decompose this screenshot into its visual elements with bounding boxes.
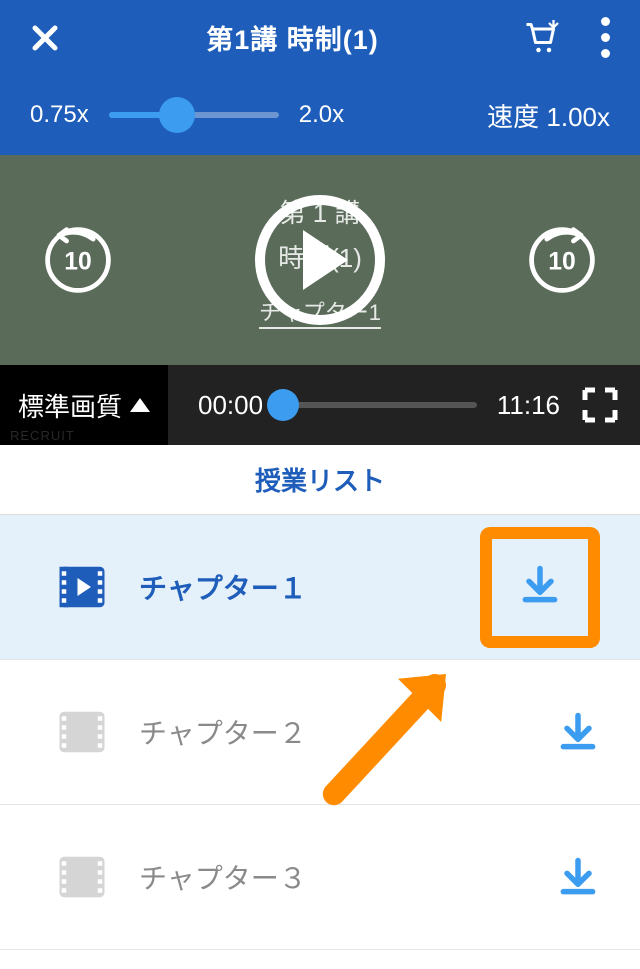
progress-slider-thumb[interactable] bbox=[267, 389, 299, 421]
menu-icon[interactable] bbox=[601, 17, 610, 58]
lesson-list-header: 授業リスト bbox=[0, 445, 640, 515]
speed-slider-thumb[interactable] bbox=[159, 97, 195, 133]
fullscreen-button[interactable] bbox=[580, 385, 620, 425]
speed-current-label: 速度 1.00x bbox=[487, 97, 610, 134]
play-icon bbox=[303, 230, 348, 290]
watermark: RECRUIT bbox=[10, 428, 75, 443]
highlight-annotation bbox=[480, 527, 600, 648]
film-icon bbox=[55, 850, 109, 904]
chapter-label: チャプター３ bbox=[139, 857, 556, 897]
quality-label: 標準画質 bbox=[18, 387, 122, 424]
chapter-label: チャプター２ bbox=[139, 712, 556, 752]
duration: 11:16 bbox=[497, 390, 560, 421]
svg-text:10: 10 bbox=[548, 249, 575, 276]
speed-slider[interactable] bbox=[109, 112, 279, 118]
chapter-label: チャプター１ bbox=[139, 567, 480, 607]
film-icon bbox=[55, 705, 109, 759]
skip-forward-button[interactable]: 10 bbox=[524, 222, 600, 298]
speed-control-bar: 0.75x 2.0x 速度 1.00x bbox=[0, 75, 640, 155]
close-icon[interactable] bbox=[30, 23, 60, 53]
video-controls-bar: 標準画質 00:00 11:16 RECRUIT bbox=[0, 365, 640, 445]
svg-text:10: 10 bbox=[64, 249, 91, 276]
chapter-list: チャプター１ チャプター２ チャプター３ bbox=[0, 515, 640, 950]
film-play-icon bbox=[55, 560, 109, 614]
download-icon[interactable] bbox=[518, 563, 562, 607]
chapter-item[interactable]: チャプター１ bbox=[0, 515, 640, 660]
chevron-up-icon bbox=[130, 398, 150, 412]
speed-max-label: 2.0x bbox=[299, 101, 344, 129]
chapter-item[interactable]: チャプター２ bbox=[0, 660, 640, 805]
download-icon[interactable] bbox=[556, 710, 600, 754]
download-icon[interactable] bbox=[556, 855, 600, 899]
play-button[interactable] bbox=[255, 195, 385, 325]
chapter-item[interactable]: チャプター３ bbox=[0, 805, 640, 950]
speed-min-label: 0.75x bbox=[30, 101, 89, 129]
app-header: 第1講 時制(1) bbox=[0, 0, 640, 75]
skip-back-button[interactable]: 10 bbox=[40, 222, 116, 298]
current-time: 00:00 bbox=[198, 390, 263, 421]
cart-icon[interactable] bbox=[525, 20, 561, 56]
video-player: 第 1 講 時制(1) チャプター1 10 10 bbox=[0, 155, 640, 365]
header-actions bbox=[525, 17, 610, 58]
progress-slider[interactable] bbox=[283, 402, 477, 408]
page-title: 第1講 時制(1) bbox=[206, 18, 379, 57]
